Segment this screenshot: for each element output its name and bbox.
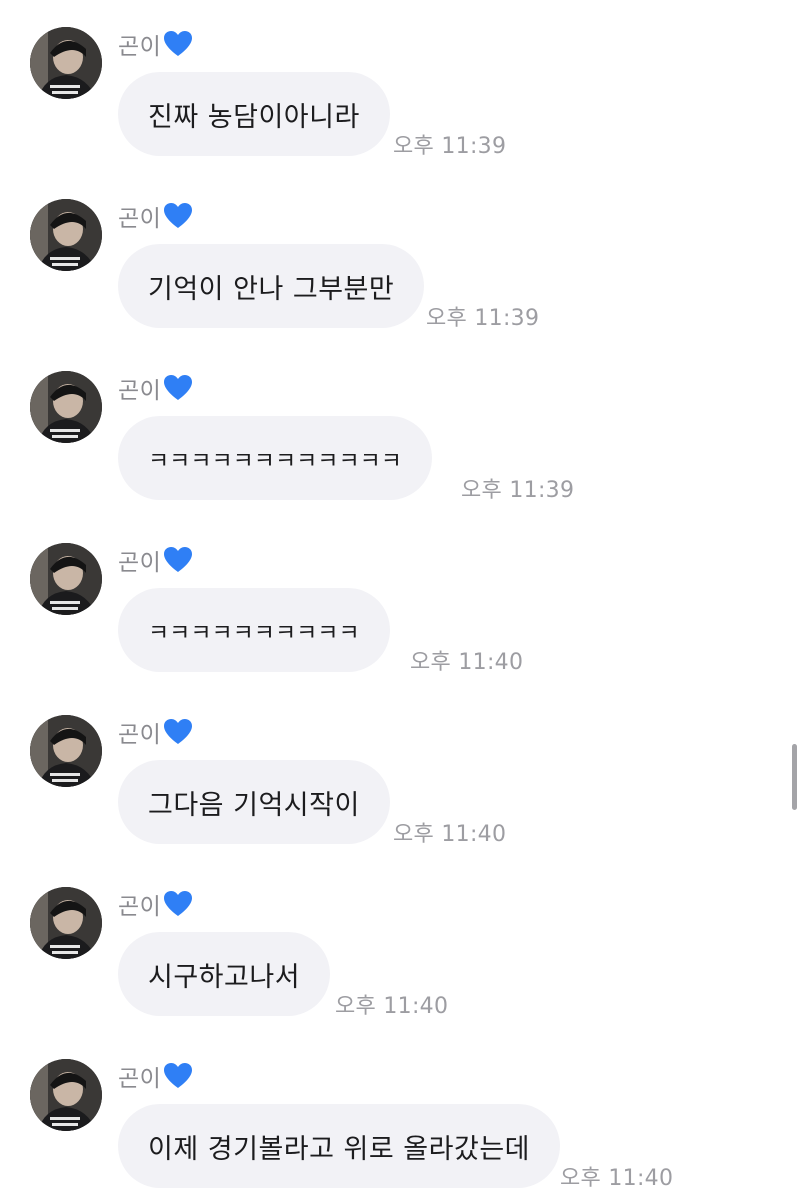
message-bubble[interactable]: 그다음 기억시작이 — [118, 760, 390, 844]
message-text: 진짜 농담이아니라 — [148, 101, 360, 133]
message-timestamp: 오후 11:39 — [426, 306, 540, 331]
blue-heart-icon — [163, 718, 193, 746]
blue-heart-icon — [163, 374, 193, 402]
blue-heart-icon — [163, 30, 193, 58]
message-text: 기억이 안나 그부분만 — [148, 273, 395, 305]
message-bubble[interactable]: 기억이 안나 그부분만 — [118, 244, 425, 328]
message-text: 그다음 기억시작이 — [148, 789, 360, 821]
avatar[interactable] — [30, 1059, 102, 1131]
sender-header: 곤이 — [118, 372, 193, 404]
message-row: 곤이 그다음 기억시작이 오후 11:40 — [0, 688, 804, 860]
sender-header: 곤이 — [118, 544, 193, 576]
scrollbar-thumb[interactable] — [792, 744, 797, 810]
blue-heart-icon — [163, 202, 193, 230]
avatar[interactable] — [30, 27, 102, 99]
message-row: 곤이 이제 경기볼라고 위로 올라갔는데 오후 11:40 — [0, 1032, 804, 1204]
message-text: 이제 경기볼라고 위로 올라갔는데 — [148, 1133, 531, 1165]
sender-header: 곤이 — [118, 888, 193, 920]
sender-name: 곤이 — [118, 1066, 162, 1092]
message-row: 곤이 시구하고나서 오후 11:40 — [0, 860, 804, 1032]
blue-heart-icon — [163, 890, 193, 918]
message-text: ㅋㅋㅋㅋㅋㅋㅋㅋㅋㅋㅋㅋ — [148, 448, 402, 474]
message-row: 곤이 ㅋㅋㅋㅋㅋㅋㅋㅋㅋㅋㅋㅋ 오후 11:39 — [0, 344, 804, 516]
message-text: ㅋㅋㅋㅋㅋㅋㅋㅋㅋㅋ — [148, 620, 360, 646]
sender-header: 곤이 — [118, 200, 193, 232]
sender-name: 곤이 — [118, 378, 162, 404]
message-timestamp: 오후 11:40 — [410, 650, 524, 675]
sender-name: 곤이 — [118, 34, 162, 60]
chat-message-list[interactable]: 곤이 진짜 농담이아니라 오후 11:39 곤이 기억이 안나 그부분만 오후 … — [0, 0, 804, 1200]
message-bubble[interactable]: 이제 경기볼라고 위로 올라갔는데 — [118, 1104, 561, 1188]
avatar[interactable] — [30, 543, 102, 615]
sender-header: 곤이 — [118, 716, 193, 748]
avatar[interactable] — [30, 887, 102, 959]
message-row: 곤이 ㅋㅋㅋㅋㅋㅋㅋㅋㅋㅋ 오후 11:40 — [0, 516, 804, 688]
message-text: 시구하고나서 — [148, 961, 301, 993]
blue-heart-icon — [163, 546, 193, 574]
avatar[interactable] — [30, 715, 102, 787]
message-timestamp: 오후 11:40 — [335, 994, 449, 1019]
message-bubble[interactable]: ㅋㅋㅋㅋㅋㅋㅋㅋㅋㅋㅋㅋ — [118, 416, 432, 500]
message-row: 곤이 기억이 안나 그부분만 오후 11:39 — [0, 172, 804, 344]
message-bubble[interactable]: ㅋㅋㅋㅋㅋㅋㅋㅋㅋㅋ — [118, 588, 390, 672]
sender-name: 곤이 — [118, 206, 162, 232]
message-timestamp: 오후 11:39 — [393, 134, 507, 159]
message-bubble[interactable]: 시구하고나서 — [118, 932, 331, 1016]
avatar[interactable] — [30, 371, 102, 443]
sender-header: 곤이 — [118, 28, 193, 60]
avatar[interactable] — [30, 199, 102, 271]
sender-name: 곤이 — [118, 894, 162, 920]
blue-heart-icon — [163, 1062, 193, 1090]
sender-name: 곤이 — [118, 550, 162, 576]
message-timestamp: 오후 11:40 — [393, 822, 507, 847]
sender-name: 곤이 — [118, 722, 162, 748]
message-timestamp: 오후 11:40 — [560, 1166, 674, 1191]
message-row: 곤이 진짜 농담이아니라 오후 11:39 — [0, 0, 804, 172]
message-bubble[interactable]: 진짜 농담이아니라 — [118, 72, 390, 156]
message-timestamp: 오후 11:39 — [461, 478, 575, 503]
sender-header: 곤이 — [118, 1060, 193, 1092]
